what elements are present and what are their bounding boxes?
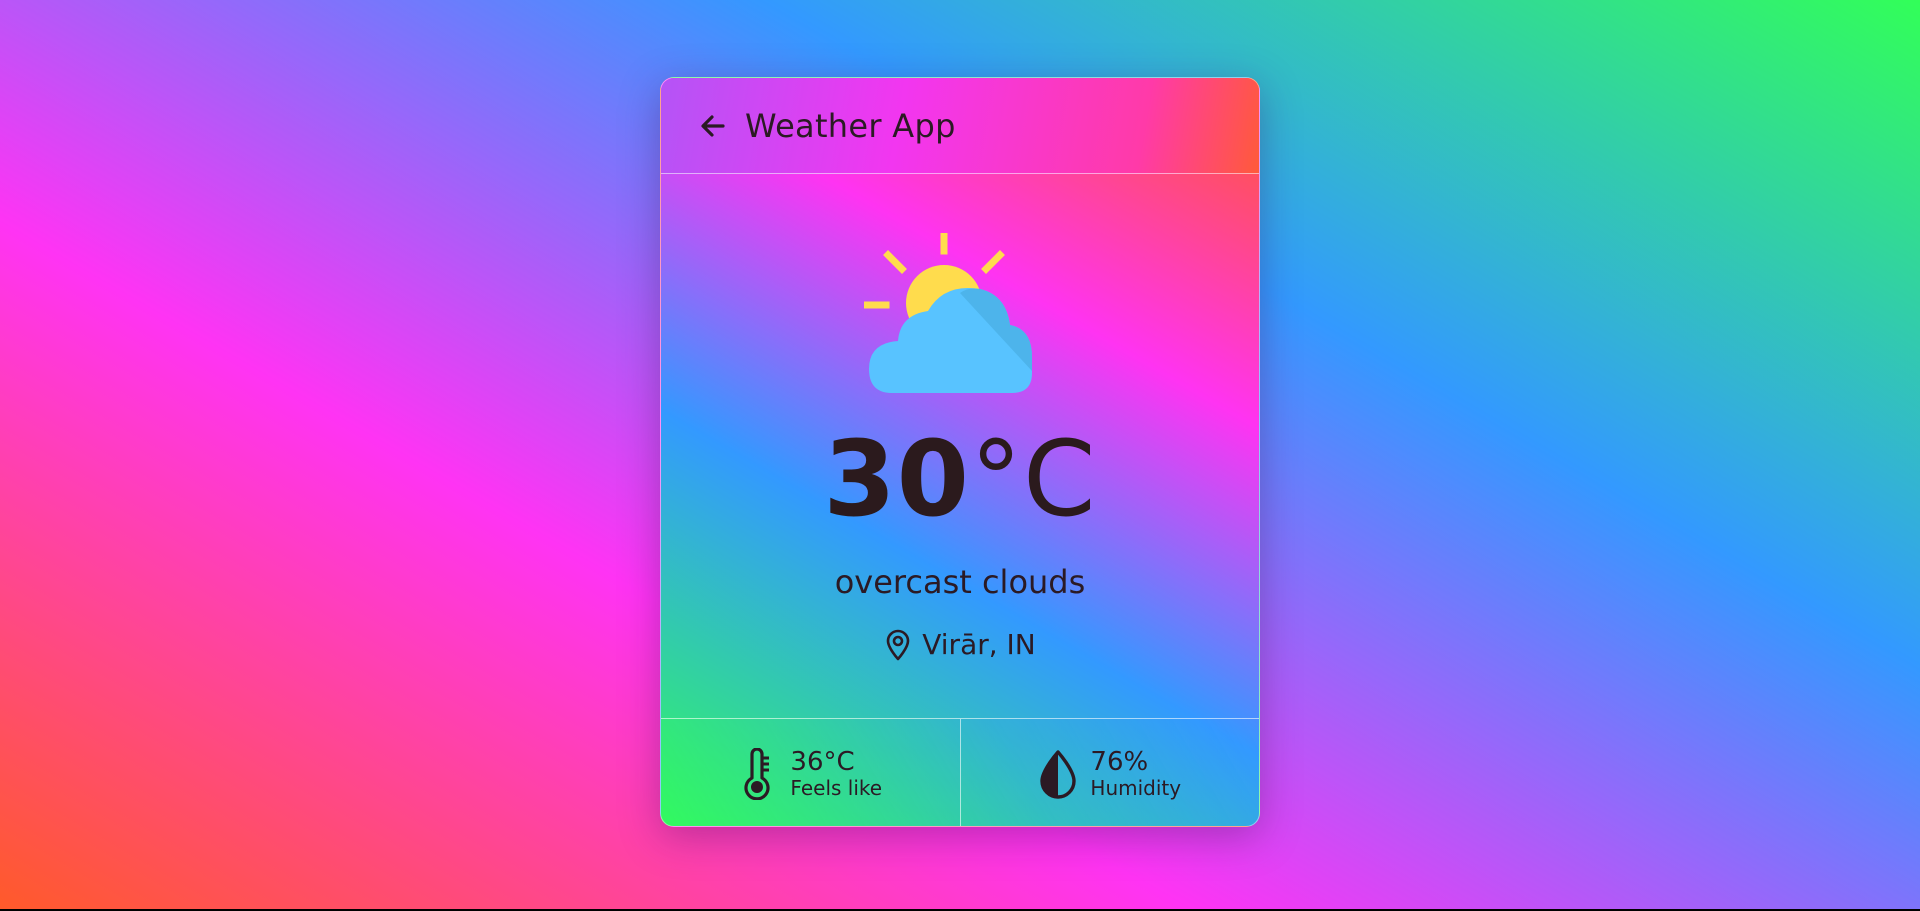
temperature-value: 30: [823, 418, 971, 540]
temperature-display: 30°C: [661, 418, 1259, 540]
location-label: Virār, IN: [922, 628, 1036, 661]
humidity-text: 76% Humidity: [1090, 748, 1181, 800]
arrow-left-icon: [701, 114, 725, 137]
app-title: Weather App: [745, 106, 956, 145]
location: Virār, IN: [661, 628, 1259, 661]
feels-like-text: 36°C Feels like: [790, 748, 882, 800]
weather-condition: overcast clouds: [834, 563, 1086, 601]
humidity-label: Humidity: [1090, 775, 1182, 800]
humidity-stat: 76% Humidity: [959, 719, 1260, 826]
thermometer-icon: [744, 747, 770, 800]
stats-footer: 36°C Feels like 76% Humidity: [661, 718, 1260, 826]
feels-like-label: Feels like: [790, 775, 883, 800]
humidity-drop-icon: [1040, 749, 1077, 799]
temperature-unit: °C: [970, 418, 1097, 540]
card-header: Weather App: [661, 78, 1259, 174]
partly-cloudy-icon: [864, 233, 1032, 393]
feels-like-value: 36°C: [790, 746, 855, 777]
back-button[interactable]: [695, 108, 731, 144]
map-pin-icon: [886, 629, 910, 660]
weather-card: Weather App 30°C overcast clouds Virār, …: [660, 77, 1260, 827]
humidity-value: 76%: [1090, 746, 1149, 777]
page-background: Weather App 30°C overcast clouds Virār, …: [0, 0, 1920, 909]
feels-like-stat: 36°C Feels like: [661, 719, 960, 826]
